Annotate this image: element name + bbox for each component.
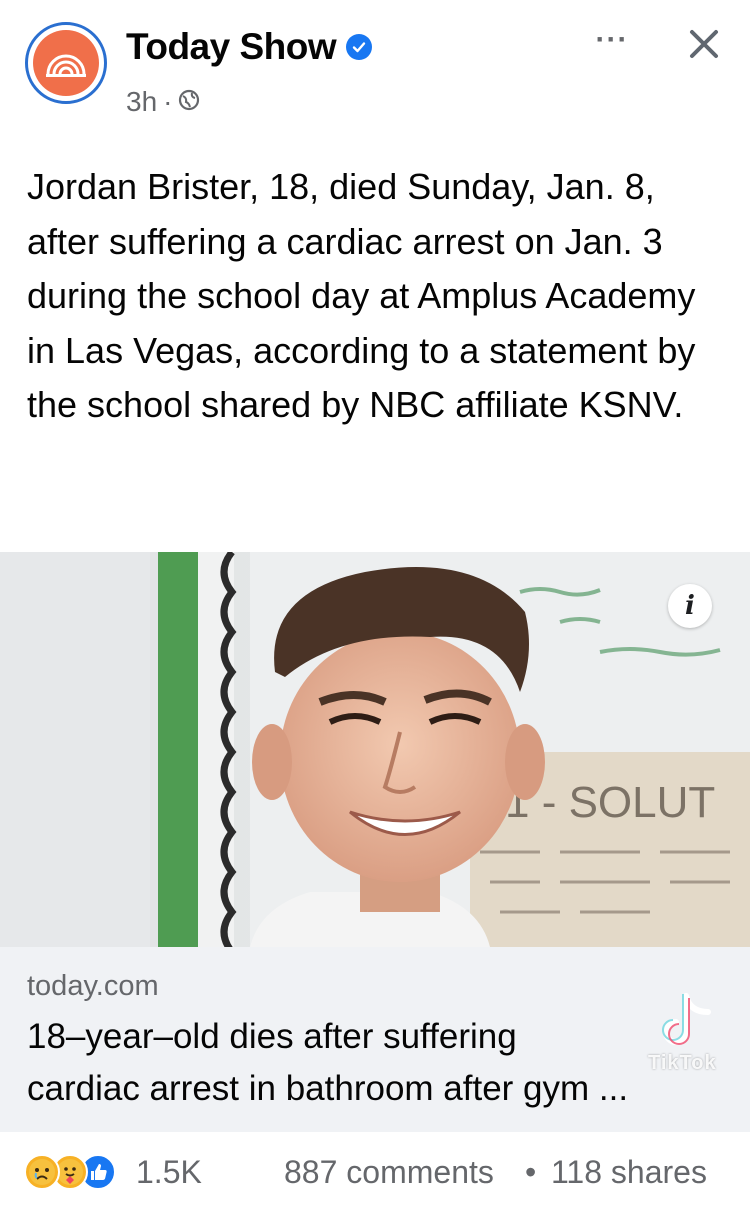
comments-count[interactable]: 887 comments: [284, 1154, 494, 1191]
shares-count[interactable]: 118 shares: [551, 1154, 707, 1191]
sad-reaction-icon: [24, 1154, 60, 1190]
page-name-link[interactable]: Today Show: [126, 26, 373, 68]
link-title-line-2: cardiac arrest in bathroom after gym ...: [27, 1069, 629, 1108]
page-name[interactable]: Today Show: [126, 26, 337, 68]
post-meta: 3h ·: [126, 86, 200, 118]
today-show-logo-icon: [33, 30, 99, 96]
globe-icon: [178, 86, 200, 118]
tiktok-watermark: TikTok: [648, 1052, 717, 1074]
verified-badge-icon: [346, 34, 373, 60]
link-title-line-1: 18–year–old dies after suffering: [27, 1017, 517, 1056]
post-time[interactable]: 3h: [126, 86, 157, 118]
reaction-icons[interactable]: [24, 1152, 116, 1192]
footer-separator: •: [525, 1154, 537, 1190]
link-domain: today.com: [27, 970, 159, 1002]
more-icon[interactable]: ···: [588, 25, 636, 60]
link-title[interactable]: 18–year–old dies after suffering cardiac…: [27, 1011, 727, 1115]
close-icon[interactable]: [680, 20, 728, 68]
page-avatar[interactable]: [25, 22, 107, 104]
article-photo[interactable]: 1 - SOLUT: [0, 552, 750, 947]
info-icon[interactable]: i: [668, 584, 712, 628]
post-header: Today Show 3h · ···: [0, 0, 750, 140]
reaction-count[interactable]: 1.5K: [136, 1154, 202, 1191]
post-text: Jordan Brister, 18, died Sunday, Jan. 8,…: [27, 166, 696, 425]
meta-separator: ·: [163, 86, 173, 117]
